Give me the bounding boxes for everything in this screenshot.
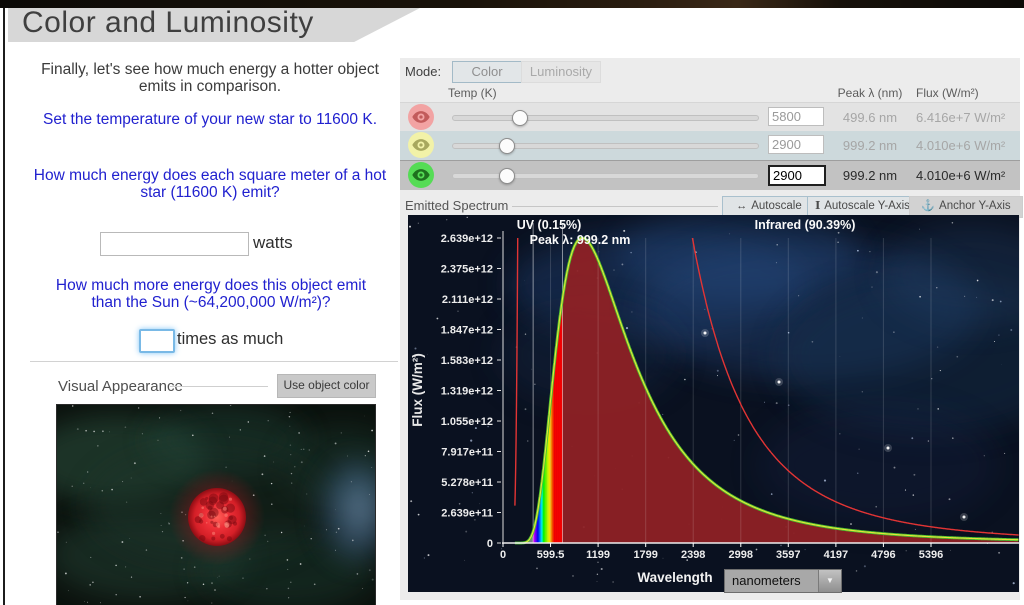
watts-input[interactable] <box>100 232 249 256</box>
page-title-banner: Color and Luminosity <box>8 8 420 42</box>
simulator-panel: Mode: Color Luminosity Temp (K) Peak λ (… <box>400 58 1020 600</box>
page-title: Color and Luminosity <box>22 6 314 40</box>
svg-text:1799: 1799 <box>633 549 657 561</box>
flux-value: 6.416e+7 W/m² <box>916 110 1005 125</box>
question-compare-text: How much more energy does this object em… <box>43 277 379 311</box>
star-row-green-selected: 999.2 nm 4.010e+6 W/m² <box>400 160 1020 190</box>
svg-text:4796: 4796 <box>871 549 895 561</box>
times-as-much-label: times as much <box>177 330 283 349</box>
emitted-spectrum-title: Emitted Spectrum <box>405 198 508 213</box>
svg-text:0: 0 <box>487 538 493 550</box>
slider-thumb[interactable] <box>512 110 528 126</box>
peak-wavelength-value: 999.2 nm <box>828 138 912 153</box>
temperature-input[interactable] <box>768 107 824 126</box>
left-border-line <box>3 8 5 605</box>
star-row-yellow: 999.2 nm 4.010e+6 W/m² <box>400 131 1020 160</box>
svg-text:4197: 4197 <box>824 549 848 561</box>
visibility-eye-icon[interactable] <box>408 162 434 188</box>
svg-text:Peak λ: 999.2 nm: Peak λ: 999.2 nm <box>530 233 631 247</box>
mode-label: Mode: <box>405 64 441 79</box>
star-row-red: 499.6 nm 6.416e+7 W/m² <box>400 102 1020 132</box>
autoscale-y-icon: I <box>815 199 820 212</box>
spectrum-chart[interactable]: 0 599.5 1199 1799 2398 2998 3597 4197 4796 5396 0 2… <box>408 215 1019 592</box>
svg-text:2.639e+12: 2.639e+12 <box>441 233 493 245</box>
color-luminosity-app: Color and Luminosity Finally, let's see … <box>0 0 1024 605</box>
times-as-much-input[interactable] <box>139 329 175 353</box>
column-header-temp: Temp (K) <box>448 86 497 100</box>
spectrum-plot[interactable]: 0 599.5 1199 1799 2398 2998 3597 4197 4796 5396 0 2… <box>408 215 1019 592</box>
section-divider <box>30 361 398 362</box>
peak-wavelength-value: 999.2 nm <box>828 168 912 183</box>
question-energy-text: How much energy does each square meter o… <box>28 167 392 201</box>
svg-text:2.375e+12: 2.375e+12 <box>441 264 493 276</box>
svg-text:0: 0 <box>500 549 506 561</box>
nebula-star-graphic <box>57 405 375 605</box>
column-header-peak: Peak λ (nm) <box>828 86 912 100</box>
svg-text:7.917e+11: 7.917e+11 <box>441 447 493 459</box>
peak-wavelength-value: 499.6 nm <box>828 110 912 125</box>
anchor-icon: ⚓ <box>921 200 935 212</box>
visual-appearance-title: Visual Appearance <box>58 378 183 395</box>
slider-thumb[interactable] <box>499 138 515 154</box>
svg-text:599.5: 599.5 <box>537 549 565 561</box>
instruction-text: Set the temperature of your new star to … <box>40 111 380 128</box>
svg-text:1.583e+12: 1.583e+12 <box>441 355 493 367</box>
emitted-spectrum-rule <box>512 206 718 207</box>
svg-text:1.847e+12: 1.847e+12 <box>441 325 493 337</box>
wavelength-unit-dropdown[interactable]: nanometers ▼ <box>724 569 842 593</box>
dropdown-arrow-icon: ▼ <box>818 570 841 592</box>
slider-thumb[interactable] <box>499 168 515 184</box>
flux-value: 4.010e+6 W/m² <box>916 168 1005 183</box>
temperature-input[interactable] <box>768 135 824 154</box>
svg-text:2.111e+12: 2.111e+12 <box>442 294 493 306</box>
mode-tab-color[interactable]: Color <box>452 61 522 83</box>
svg-text:5.278e+11: 5.278e+11 <box>441 477 493 489</box>
svg-text:2998: 2998 <box>729 549 753 561</box>
temperature-slider[interactable] <box>452 173 759 179</box>
svg-text:2.639e+11: 2.639e+11 <box>441 508 493 520</box>
svg-text:1.319e+12: 1.319e+12 <box>441 386 493 398</box>
svg-text:1199: 1199 <box>586 549 610 561</box>
autoscale-x-icon: ↔ <box>736 200 747 212</box>
svg-text:Flux (W/m²): Flux (W/m²) <box>410 353 425 427</box>
intro-text: Finally, let's see how much energy a hot… <box>30 61 390 95</box>
mode-tab-luminosity[interactable]: Luminosity <box>521 61 601 83</box>
star-appearance-image <box>57 405 375 605</box>
svg-text:5396: 5396 <box>919 549 943 561</box>
temperature-input[interactable] <box>768 165 826 186</box>
svg-text:UV (0.15%): UV (0.15%) <box>517 218 582 232</box>
wavelength-unit-value: nanometers <box>732 573 801 588</box>
watts-label: watts <box>253 233 293 253</box>
svg-text:Wavelength: Wavelength <box>637 570 712 585</box>
visual-appearance-rule <box>170 386 268 387</box>
column-header-flux: Flux (W/m²) <box>916 86 979 100</box>
flux-value: 4.010e+6 W/m² <box>916 138 1005 153</box>
visibility-eye-icon[interactable] <box>408 104 434 130</box>
svg-text:2398: 2398 <box>681 549 705 561</box>
window-top-edge <box>0 0 1024 8</box>
svg-text:3597: 3597 <box>776 549 800 561</box>
svg-text:Infrared (90.39%): Infrared (90.39%) <box>755 218 856 232</box>
svg-text:1.055e+12: 1.055e+12 <box>441 416 493 428</box>
use-object-color-button[interactable]: Use object color <box>277 374 376 398</box>
visibility-eye-icon[interactable] <box>408 132 434 158</box>
temperature-slider[interactable] <box>452 143 759 149</box>
temperature-slider[interactable] <box>452 115 759 121</box>
